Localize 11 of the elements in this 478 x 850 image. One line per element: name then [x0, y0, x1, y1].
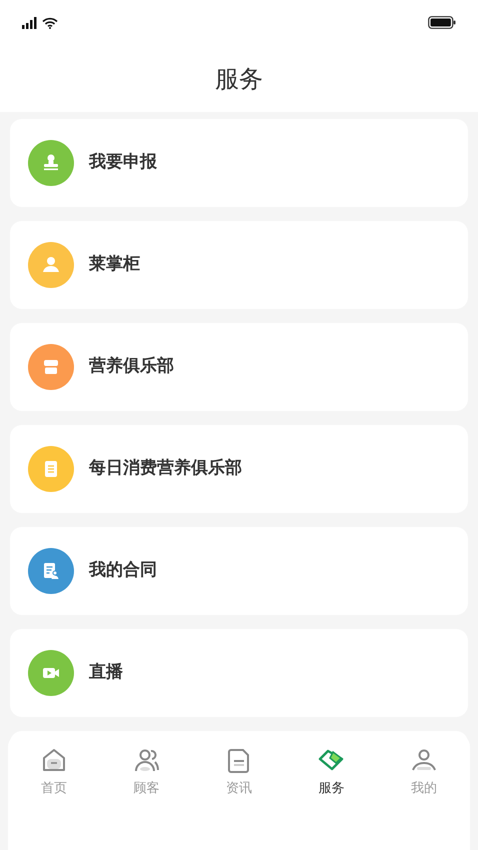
tab-bar-item[interactable]: 服务 [285, 747, 378, 798]
service-item[interactable]: 莱掌柜 [10, 221, 468, 309]
service-item[interactable]: 我要申报 [10, 119, 468, 207]
service-item[interactable]: 营养俱乐部 [10, 323, 468, 411]
battery-icon [428, 16, 456, 29]
service-item[interactable]: 直播 [10, 629, 468, 717]
service-item[interactable]: 每日消费营养俱乐部 [10, 425, 468, 513]
signal-icon [22, 16, 38, 28]
page-title: 服务 [215, 64, 263, 94]
wifi-icon [42, 16, 58, 28]
service-item[interactable]: 我的合同 [10, 527, 468, 615]
